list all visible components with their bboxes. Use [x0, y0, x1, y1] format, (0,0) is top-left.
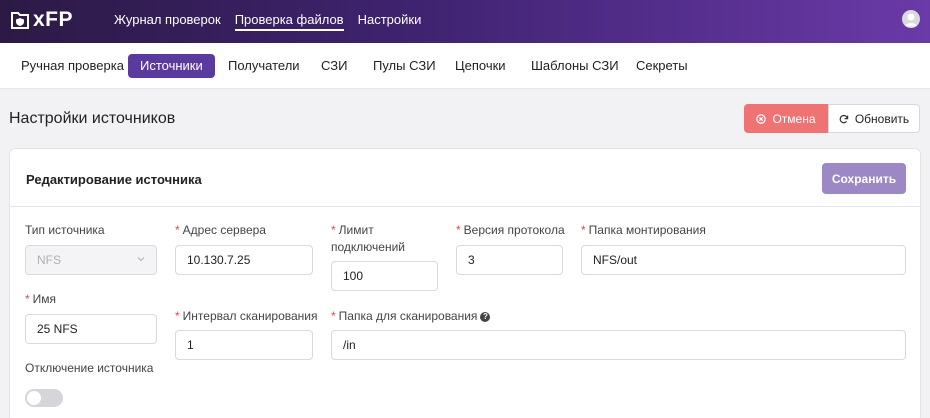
tab-chains[interactable]: Цепочки	[443, 54, 518, 78]
tab-szi-templates[interactable]: Шаблоны СЗИ	[519, 54, 631, 78]
page-title: Настройки источников	[9, 110, 176, 127]
mount-folder-input[interactable]: NFS/out	[581, 245, 906, 275]
mount-folder-label: * Папка монтирования	[581, 223, 706, 237]
tab-sources[interactable]: Источники	[128, 54, 215, 78]
source-type-select[interactable]: NFS	[25, 245, 157, 275]
main-nav: Журнал проверок Проверка файлов Настройк…	[114, 0, 435, 43]
chevron-down-icon	[137, 257, 145, 262]
card-header: Редактирование источника Сохранить	[10, 149, 920, 207]
tab-manual-check[interactable]: Ручная проверка	[9, 54, 136, 78]
toggle-knob	[27, 391, 41, 405]
top-bar: xFP Журнал проверок Проверка файлов Наст…	[0, 0, 930, 43]
app-logo[interactable]: xFP	[10, 9, 73, 31]
nav-item-file-check[interactable]: Проверка файлов	[234, 0, 344, 43]
required-mark: *	[175, 223, 180, 237]
required-mark: *	[456, 223, 461, 237]
connection-limit-input[interactable]: 100	[331, 261, 438, 291]
nav-item-settings[interactable]: Настройки	[358, 0, 422, 43]
required-mark: *	[331, 309, 336, 323]
question-circle-icon[interactable]: ?	[480, 312, 491, 322]
connection-limit-label: * Лимит подключений	[331, 223, 405, 254]
sub-nav: Ручная проверка Источники Получатели СЗИ…	[0, 43, 930, 89]
card-title: Редактирование источника	[26, 172, 202, 187]
close-circle-icon	[756, 113, 767, 124]
source-type-value: NFS	[37, 253, 61, 267]
refresh-icon	[839, 114, 849, 123]
scan-interval-label: * Интервал сканирования	[175, 309, 318, 323]
tab-recipients[interactable]: Получатели	[216, 54, 312, 78]
cancel-button[interactable]: Отмена	[744, 104, 828, 133]
disable-source-label: Отключение источника	[25, 361, 154, 375]
cancel-label: Отмена	[772, 111, 816, 126]
tab-szi-pools[interactable]: Пулы СЗИ	[361, 54, 448, 78]
refresh-button[interactable]: Обновить	[828, 104, 920, 133]
user-avatar-icon[interactable]	[902, 10, 920, 28]
required-mark: *	[25, 292, 30, 306]
shield-folder-icon	[11, 12, 29, 29]
scan-interval-input[interactable]: 1	[175, 330, 313, 360]
source-type-label: Тип источника	[25, 223, 105, 237]
required-mark: *	[581, 223, 586, 237]
scan-folder-label: * Папка для сканирования?	[331, 308, 491, 325]
disable-source-toggle[interactable]	[25, 389, 63, 407]
server-address-input[interactable]: 10.130.7.25	[175, 245, 313, 275]
scan-folder-input[interactable]: /in	[331, 330, 906, 360]
name-label: * Имя	[25, 292, 57, 306]
logo-text: xFP	[33, 8, 74, 31]
protocol-version-input[interactable]: 3	[456, 245, 563, 275]
edit-source-card: Редактирование источника Сохранить	[9, 148, 921, 418]
tab-secrets[interactable]: Секреты	[624, 54, 700, 78]
nav-item-check-log[interactable]: Журнал проверок	[114, 0, 221, 43]
save-button[interactable]: Сохранить	[822, 163, 906, 194]
server-address-label: * Адрес сервера	[175, 223, 266, 237]
name-input[interactable]: 25 NFS	[25, 314, 157, 344]
tab-szi[interactable]: СЗИ	[309, 54, 359, 78]
required-mark: *	[331, 223, 336, 237]
refresh-label: Обновить	[854, 111, 910, 126]
protocol-version-label: * Версия протокола	[456, 223, 565, 237]
required-mark: *	[175, 309, 180, 323]
